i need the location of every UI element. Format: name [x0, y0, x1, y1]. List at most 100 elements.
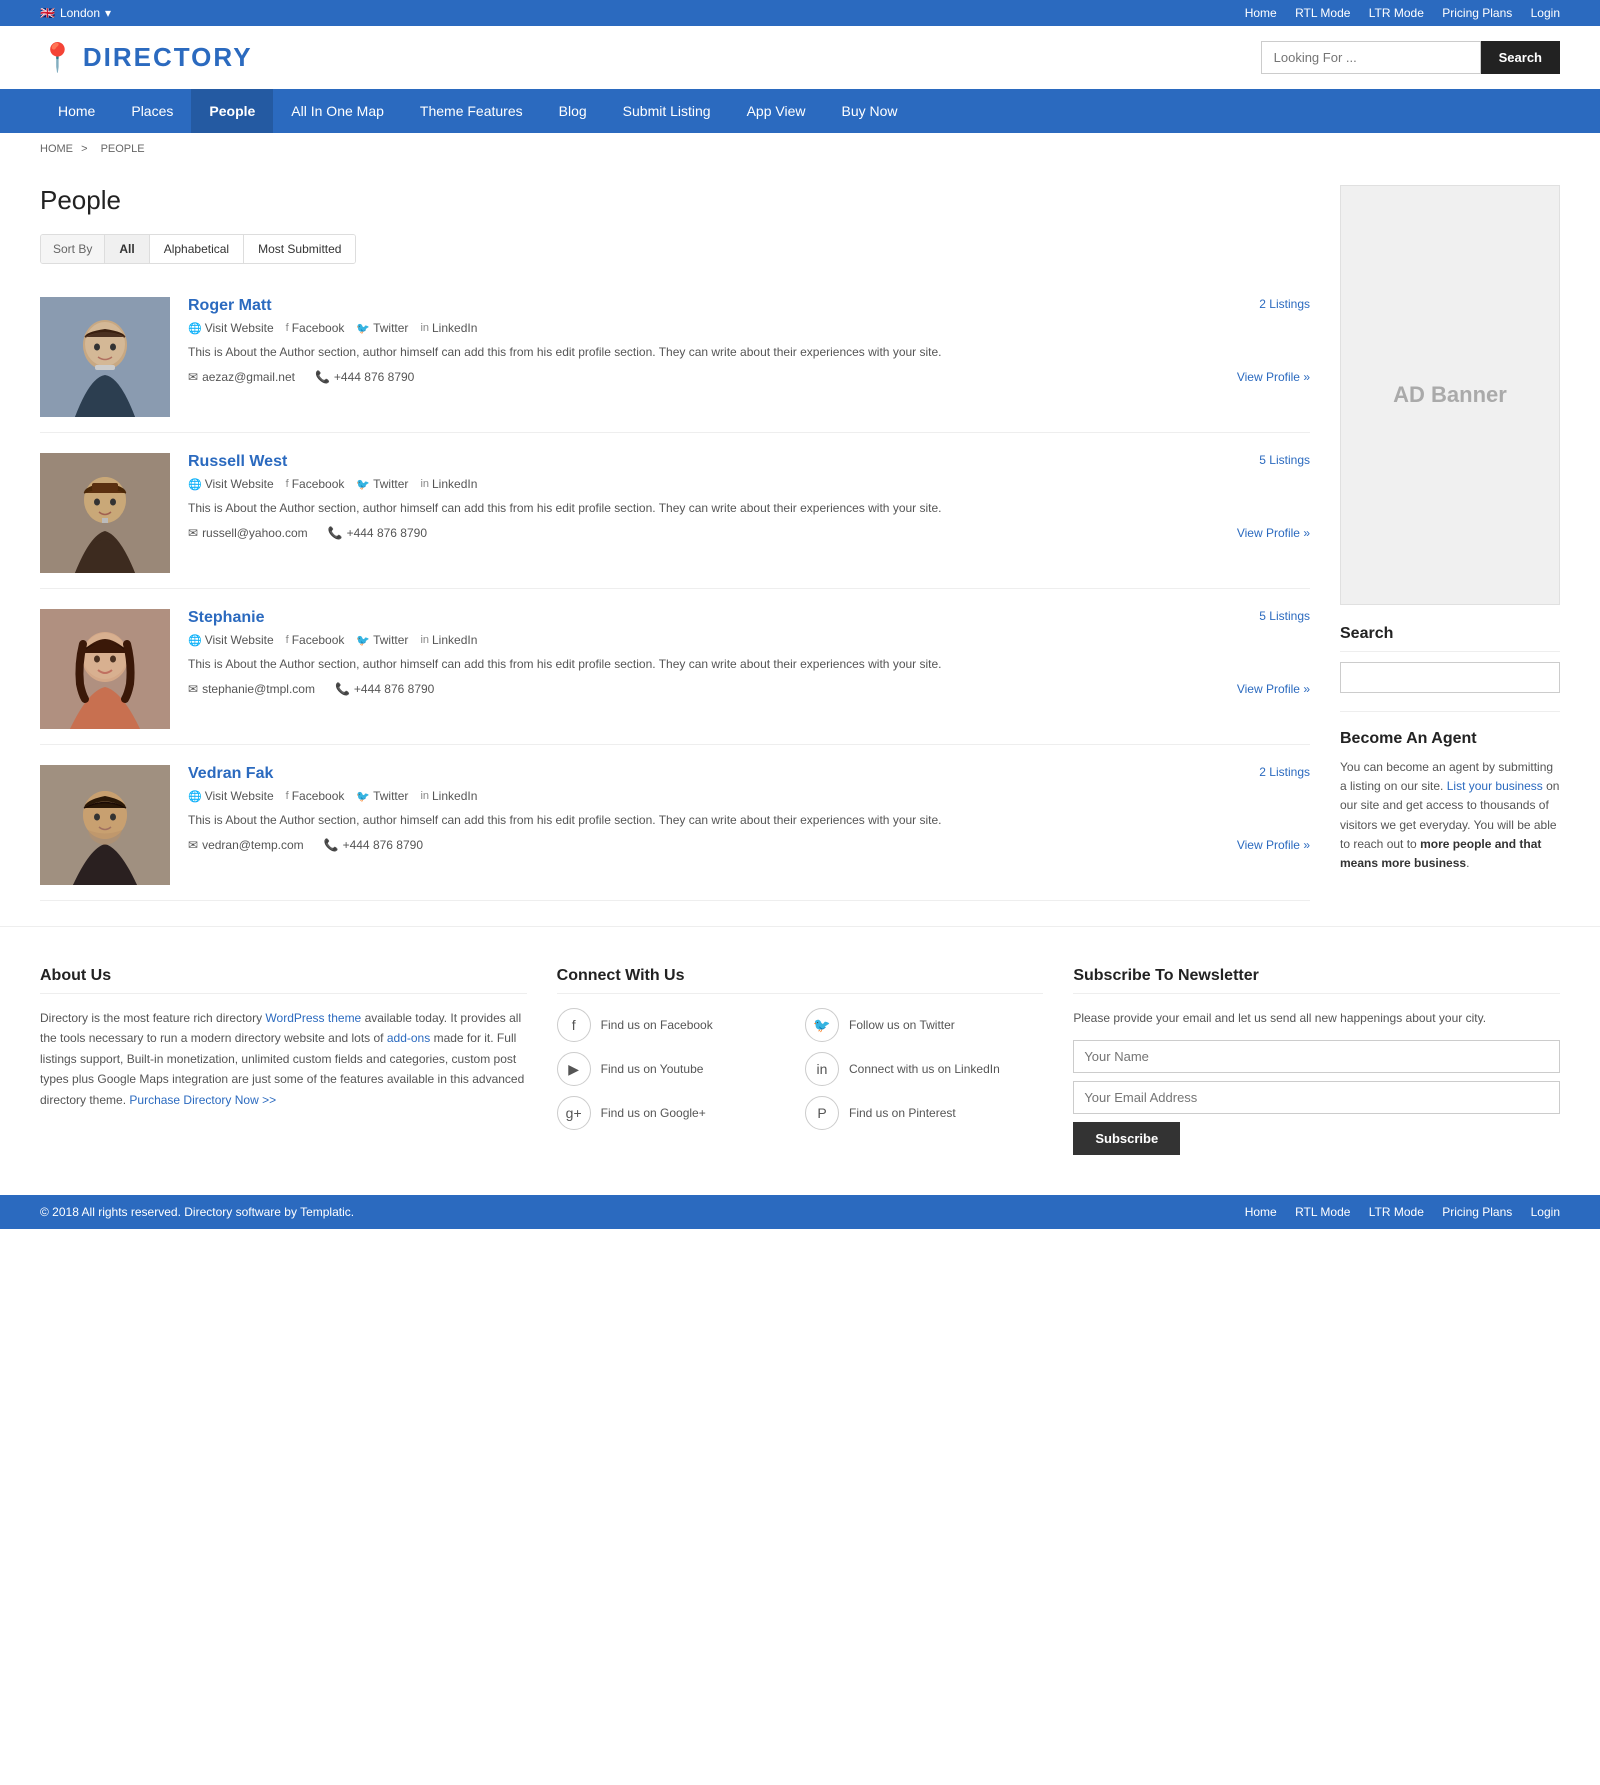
social-googleplus[interactable]: g+ Find us on Google+: [557, 1096, 795, 1130]
bottom-nav-home[interactable]: Home: [1245, 1205, 1277, 1219]
view-profile-vedran[interactable]: View Profile »: [1237, 838, 1310, 852]
copyright-text: © 2018 All rights reserved. Directory so…: [40, 1205, 354, 1219]
breadcrumb-home[interactable]: HOME: [40, 143, 73, 155]
person-contact-vedran: ✉ vedran@temp.com 📞 +444 876 8790 View P…: [188, 838, 1310, 852]
top-nav-pricing[interactable]: Pricing Plans: [1442, 6, 1512, 20]
newsletter-email-input[interactable]: [1073, 1081, 1560, 1114]
list-your-business-link[interactable]: List your business: [1447, 779, 1543, 793]
globe-icon: 🌐: [188, 634, 202, 647]
bottom-nav-rtl[interactable]: RTL Mode: [1295, 1205, 1350, 1219]
facebook-link-stephanie[interactable]: f Facebook: [286, 633, 345, 647]
newsletter-name-input[interactable]: [1073, 1040, 1560, 1073]
person-name-stephanie[interactable]: Stephanie: [188, 609, 264, 627]
view-profile-russell[interactable]: View Profile »: [1237, 526, 1310, 540]
person-info-vedran: Vedran Fak 2 Listings 🌐 Visit Website f …: [188, 765, 1310, 885]
person-bio-vedran: This is About the Author section, author…: [188, 811, 1310, 830]
footer-newsletter-title: Subscribe To Newsletter: [1073, 967, 1560, 994]
email-icon: ✉: [188, 838, 198, 852]
twitter-link-vedran[interactable]: 🐦 Twitter: [356, 789, 408, 803]
linkedin-link-roger[interactable]: in LinkedIn: [420, 321, 477, 335]
bottom-nav-ltr[interactable]: LTR Mode: [1369, 1205, 1424, 1219]
email-vedran: ✉ vedran@temp.com: [188, 838, 304, 852]
facebook-link-roger[interactable]: f Facebook: [286, 321, 345, 335]
sidebar-agent: Become An Agent You can become an agent …: [1340, 711, 1560, 873]
linkedin-circle-icon: in: [805, 1052, 839, 1086]
person-card-stephanie: Stephanie 5 Listings 🌐 Visit Website f F…: [40, 594, 1310, 745]
footer-about-text: Directory is the most feature rich direc…: [40, 1008, 527, 1110]
location-selector[interactable]: 🇬🇧 London ▾: [40, 6, 111, 20]
twitter-link-stephanie[interactable]: 🐦 Twitter: [356, 633, 408, 647]
linkedin-icon: in: [420, 322, 429, 334]
linkedin-icon: in: [420, 478, 429, 490]
top-nav-home[interactable]: Home: [1245, 6, 1277, 20]
facebook-link-vedran[interactable]: f Facebook: [286, 789, 345, 803]
sort-label: Sort By: [41, 235, 105, 263]
nav-item-appview[interactable]: App View: [729, 89, 824, 133]
wordpress-theme-link[interactable]: WordPress theme: [265, 1011, 361, 1025]
social-facebook[interactable]: f Find us on Facebook: [557, 1008, 795, 1042]
twitter-link-russell[interactable]: 🐦 Twitter: [356, 477, 408, 491]
nav-item-blog[interactable]: Blog: [541, 89, 605, 133]
person-name-vedran[interactable]: Vedran Fak: [188, 765, 273, 783]
footer-about: About Us Directory is the most feature r…: [40, 967, 527, 1155]
person-bio-russell: This is About the Author section, author…: [188, 499, 1310, 518]
top-nav-login[interactable]: Login: [1531, 6, 1560, 20]
sort-all[interactable]: All: [105, 235, 149, 263]
nav-item-submit[interactable]: Submit Listing: [605, 89, 729, 133]
social-linkedin[interactable]: in Connect with us on LinkedIn: [805, 1052, 1043, 1086]
avatar-russell: [40, 453, 170, 573]
person-links-roger: 🌐 Visit Website f Facebook 🐦 Twitter in …: [188, 321, 1310, 335]
social-youtube[interactable]: ▶ Find us on Youtube: [557, 1052, 795, 1086]
twitter-icon: 🐦: [356, 634, 370, 647]
linkedin-link-stephanie[interactable]: in LinkedIn: [420, 633, 477, 647]
social-linkedin-label: Connect with us on LinkedIn: [849, 1062, 1000, 1076]
person-name-russell[interactable]: Russell West: [188, 453, 287, 471]
listings-count-vedran: 2 Listings: [1259, 765, 1310, 779]
ad-banner: AD Banner: [1340, 185, 1560, 605]
sort-most-submitted[interactable]: Most Submitted: [244, 235, 355, 263]
linkedin-link-vedran[interactable]: in LinkedIn: [420, 789, 477, 803]
addons-link[interactable]: add-ons: [387, 1031, 430, 1045]
purchase-link[interactable]: Purchase Directory Now >>: [129, 1093, 276, 1107]
email-icon: ✉: [188, 370, 198, 384]
bottom-nav-login[interactable]: Login: [1531, 1205, 1560, 1219]
twitter-link-roger[interactable]: 🐦 Twitter: [356, 321, 408, 335]
nav-item-people[interactable]: People: [191, 89, 273, 133]
top-nav-rtl[interactable]: RTL Mode: [1295, 6, 1350, 20]
twitter-icon: 🐦: [356, 790, 370, 803]
person-name-roger[interactable]: Roger Matt: [188, 297, 272, 315]
avatar-vedran: [40, 765, 170, 885]
social-twitter[interactable]: 🐦 Follow us on Twitter: [805, 1008, 1043, 1042]
linkedin-link-russell[interactable]: in LinkedIn: [420, 477, 477, 491]
website-link-roger[interactable]: 🌐 Visit Website: [188, 321, 274, 335]
website-link-vedran[interactable]: 🌐 Visit Website: [188, 789, 274, 803]
subscribe-button[interactable]: Subscribe: [1073, 1122, 1180, 1155]
view-profile-roger[interactable]: View Profile »: [1237, 370, 1310, 384]
nav-item-places[interactable]: Places: [113, 89, 191, 133]
location-label: London: [60, 6, 100, 20]
search-input[interactable]: [1261, 41, 1481, 74]
facebook-icon: f: [286, 634, 289, 646]
website-link-stephanie[interactable]: 🌐 Visit Website: [188, 633, 274, 647]
twitter-circle-icon: 🐦: [805, 1008, 839, 1042]
chevron-down-icon: ▾: [105, 6, 111, 20]
nav-item-allinone[interactable]: All In One Map: [273, 89, 402, 133]
twitter-icon: 🐦: [356, 478, 370, 491]
person-card-roger: Roger Matt 2 Listings 🌐 Visit Website f …: [40, 282, 1310, 433]
sort-alphabetical[interactable]: Alphabetical: [150, 235, 244, 263]
facebook-link-russell[interactable]: f Facebook: [286, 477, 345, 491]
search-button[interactable]: Search: [1481, 41, 1560, 74]
footer-newsletter: Subscribe To Newsletter Please provide y…: [1073, 967, 1560, 1155]
sidebar: AD Banner Search Become An Agent You can…: [1340, 185, 1560, 906]
nav-item-buynow[interactable]: Buy Now: [824, 89, 916, 133]
header-search: Search: [1261, 41, 1560, 74]
top-nav: Home RTL Mode LTR Mode Pricing Plans Log…: [1230, 6, 1560, 20]
top-nav-ltr[interactable]: LTR Mode: [1369, 6, 1424, 20]
view-profile-stephanie[interactable]: View Profile »: [1237, 682, 1310, 696]
bottom-nav-pricing[interactable]: Pricing Plans: [1442, 1205, 1512, 1219]
nav-item-theme[interactable]: Theme Features: [402, 89, 541, 133]
sidebar-search-input[interactable]: [1340, 662, 1560, 693]
website-link-russell[interactable]: 🌐 Visit Website: [188, 477, 274, 491]
social-pinterest[interactable]: P Find us on Pinterest: [805, 1096, 1043, 1130]
nav-item-home[interactable]: Home: [40, 89, 113, 133]
